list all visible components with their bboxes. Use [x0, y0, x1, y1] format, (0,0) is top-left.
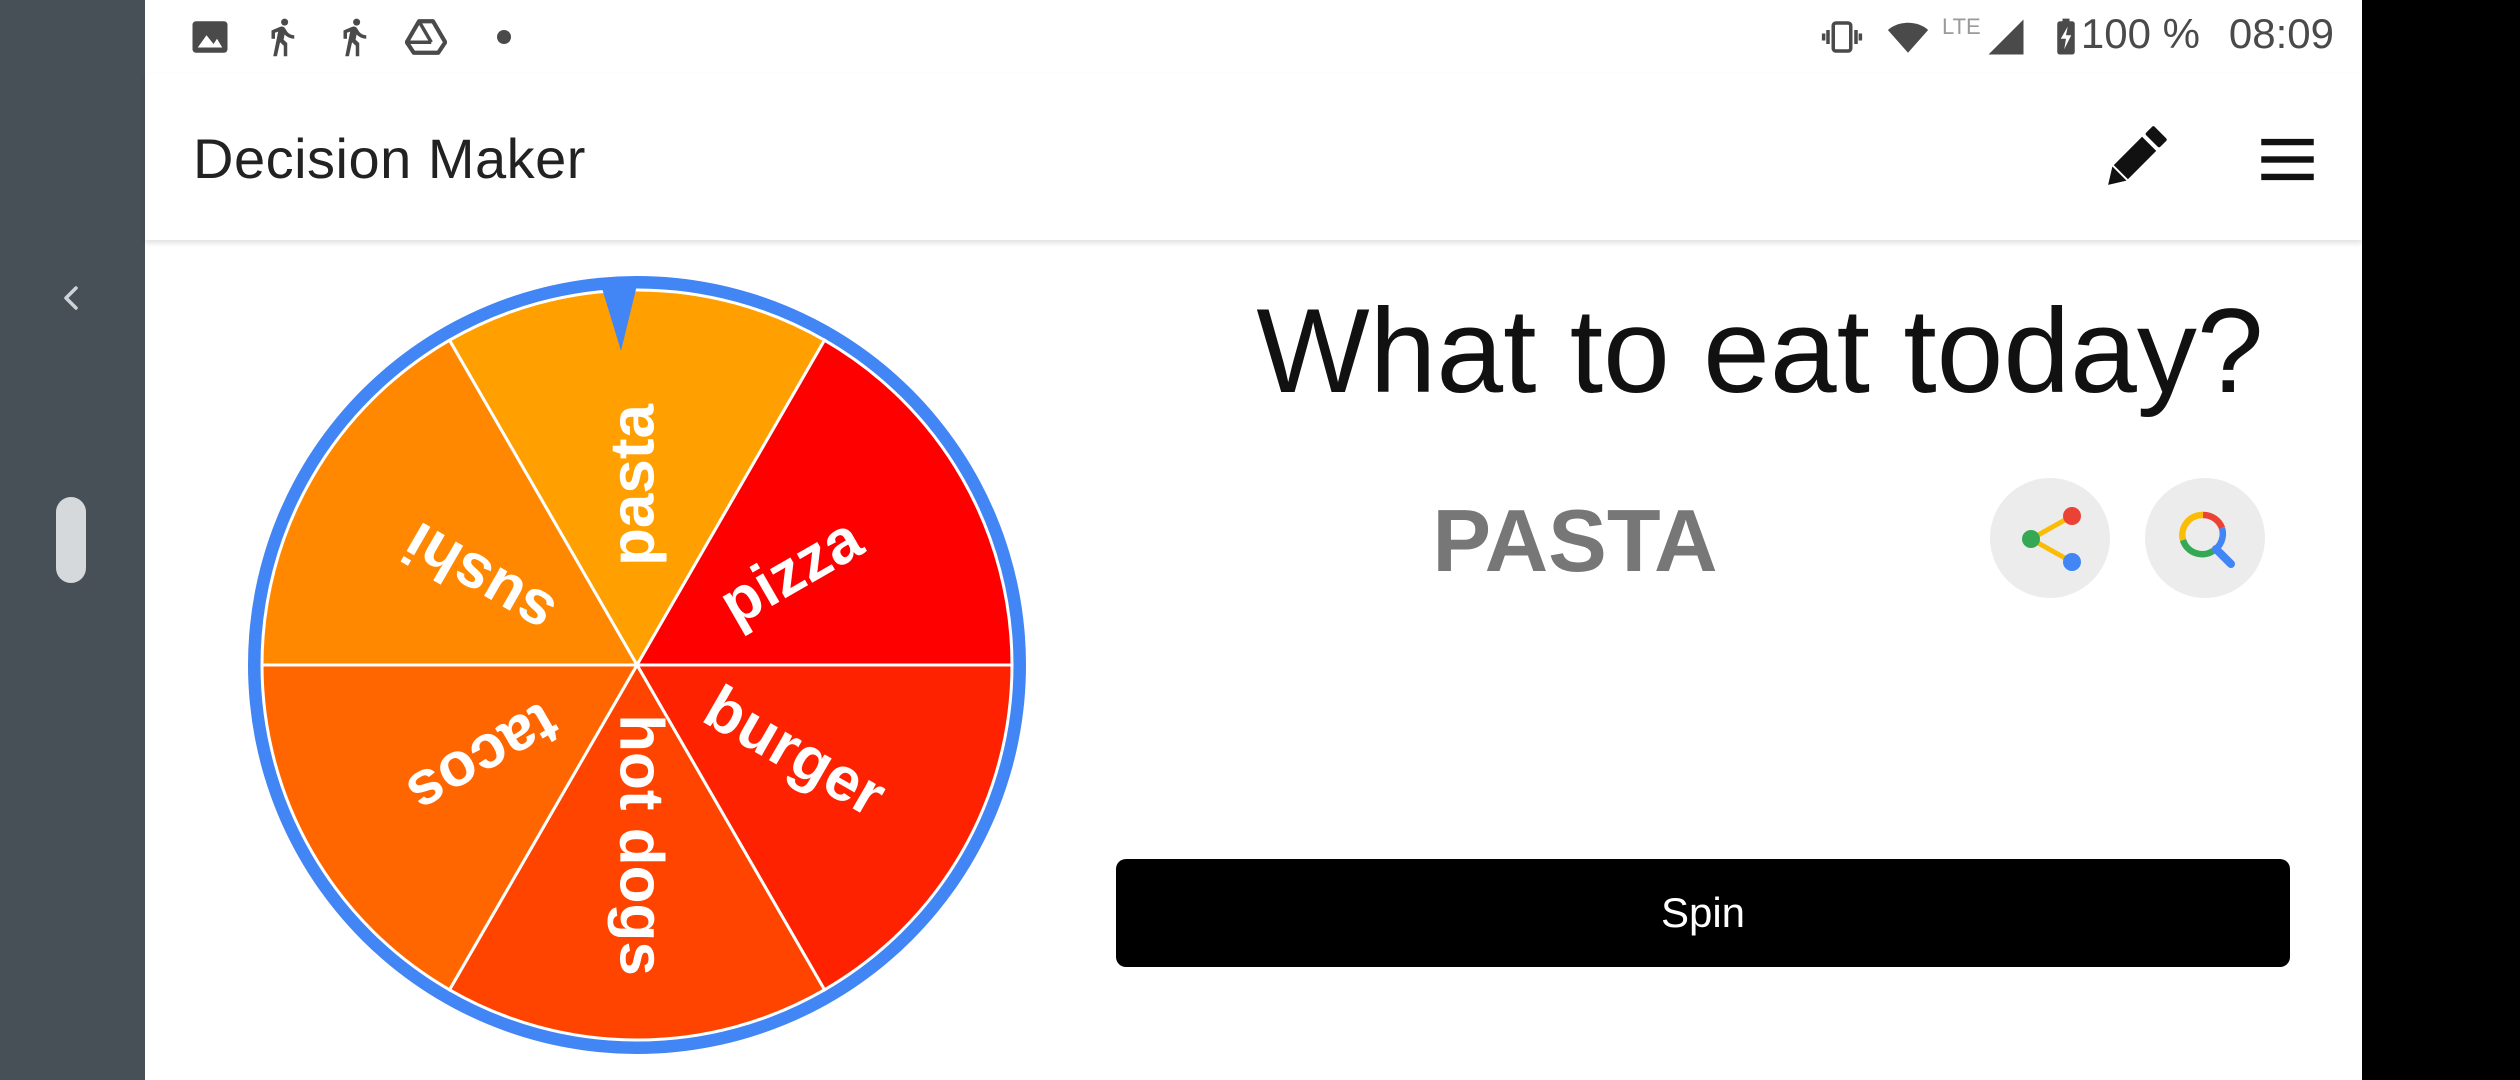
back-arrow-icon[interactable] — [56, 282, 88, 314]
search-button[interactable] — [2145, 478, 2265, 598]
wifi-icon — [1887, 22, 1929, 53]
status-bar: LTE 100 % 08:09 — [145, 0, 2362, 74]
decision-wheel[interactable]: pasta pizza burger hot dogs tacos sushi — [237, 265, 1037, 1065]
result-text: PASTA — [1432, 491, 1718, 590]
question-title: What to eat today? — [1256, 284, 2264, 418]
share-button[interactable] — [1990, 478, 2110, 598]
wheel-segment-label: pasta — [598, 404, 667, 566]
pencil-edit-icon[interactable] — [2095, 118, 2175, 198]
wheel-segments: pastapizzaburgerhot dogstacossushi — [260, 288, 1014, 1042]
wheel-graphic: pastapizzaburgerhot dogstacossushi — [248, 276, 1026, 1054]
wheel-segment-label: hot dogs — [607, 714, 676, 976]
vibrate-icon — [1821, 21, 1863, 53]
hamburger-menu-icon[interactable] — [2250, 122, 2325, 197]
spin-button[interactable]: Spin — [1116, 859, 2290, 967]
dot-icon — [497, 30, 511, 44]
image-icon — [192, 21, 228, 53]
navigation-rail — [0, 0, 145, 1080]
app-screen: LTE 100 % 08:09 Decision Maker pasta piz… — [145, 0, 2362, 1080]
drive-icon — [405, 19, 447, 55]
battery-percent: 100 % — [2080, 10, 2200, 57]
right-black-bar — [2362, 0, 2520, 1080]
cell-signal-icon — [1988, 19, 2024, 55]
clock-time: 08:09 — [2228, 10, 2334, 57]
share-icon — [2022, 507, 2081, 571]
network-type-label: LTE — [1942, 14, 1981, 39]
walk-icon — [271, 18, 295, 57]
google-search-icon — [2179, 511, 2235, 568]
app-title: Decision Maker — [193, 127, 586, 190]
walk-icon — [343, 18, 367, 57]
app-bar: Decision Maker — [145, 74, 2362, 240]
drag-handle[interactable] — [56, 497, 86, 583]
